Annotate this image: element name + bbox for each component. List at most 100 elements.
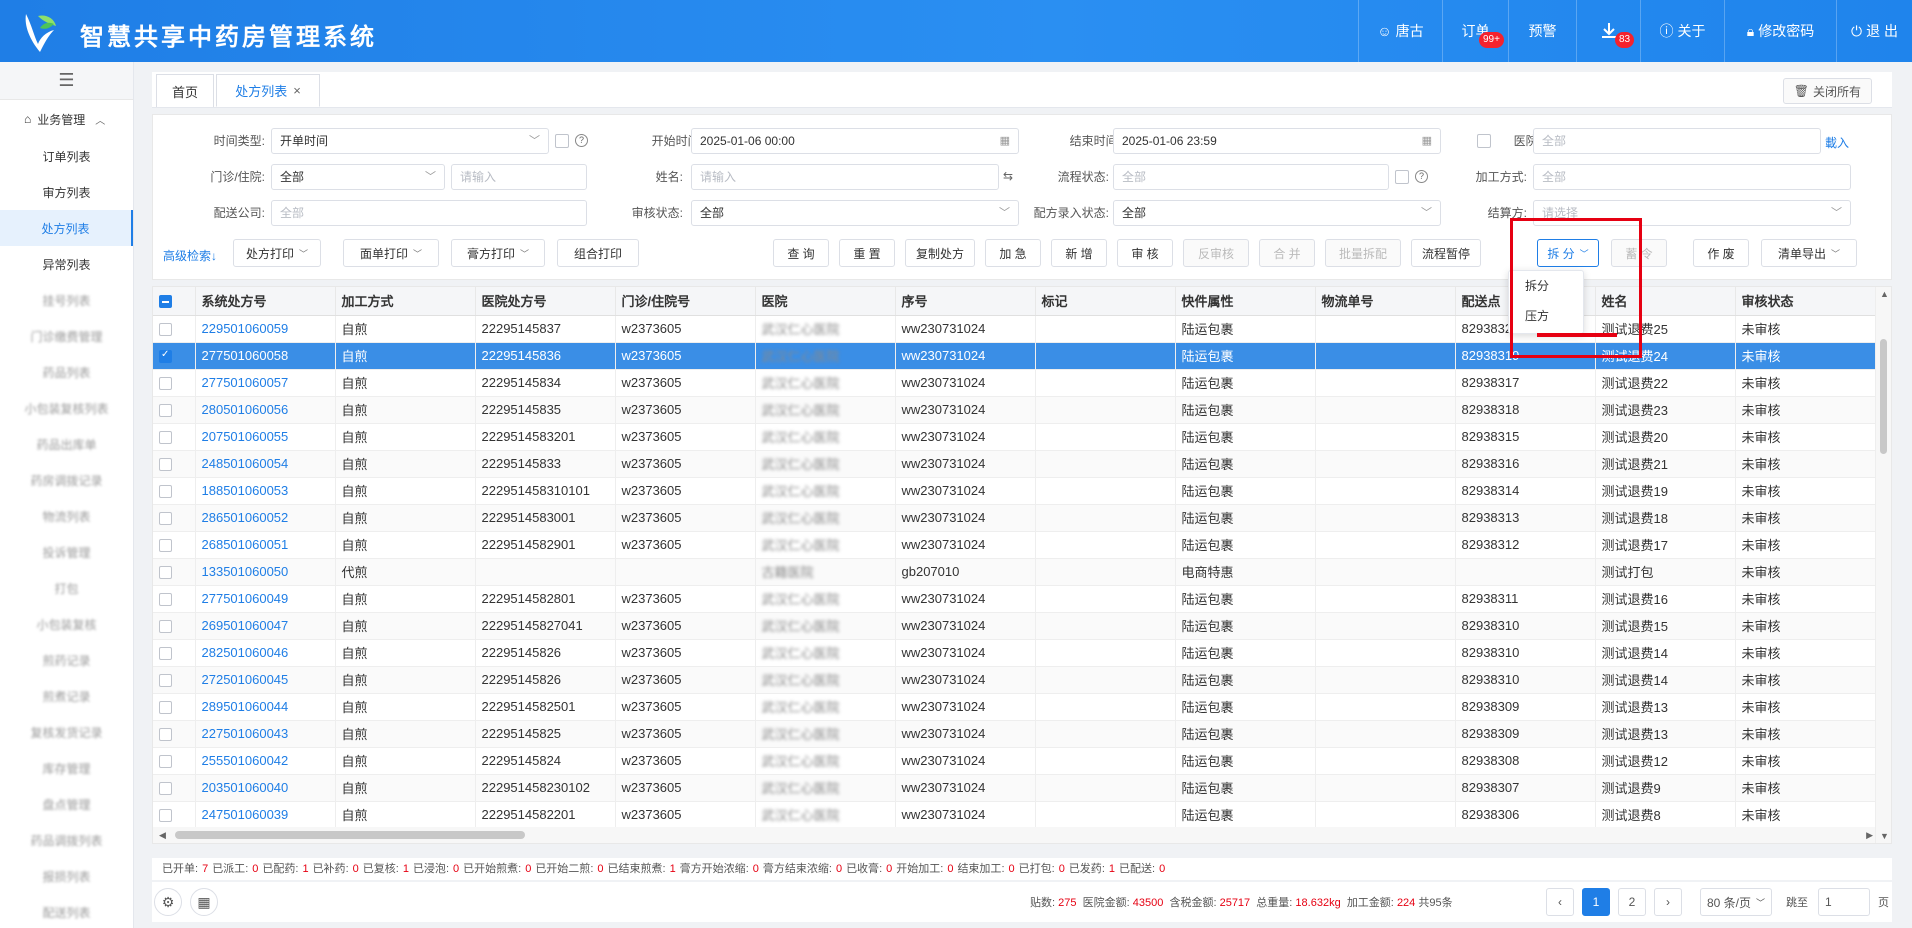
row-checkbox[interactable] bbox=[159, 431, 172, 445]
row-checkbox[interactable] bbox=[159, 809, 172, 823]
sidebar-item[interactable]: 煎药记录 bbox=[0, 642, 133, 678]
flow-pause-button[interactable]: 流程暂停 bbox=[1411, 239, 1481, 267]
cream-print-button[interactable]: 膏方打印 ﹀ bbox=[451, 239, 545, 267]
settings-icon[interactable]: ⚙ bbox=[154, 888, 182, 916]
row-checkbox[interactable] bbox=[159, 701, 172, 715]
table-row[interactable]: 247501060039 自煎 2229514582201 w2373605 武汉仁心医… bbox=[153, 801, 1876, 829]
sidebar-item[interactable]: 物流列表 bbox=[0, 498, 133, 534]
face-print-button[interactable]: 面单打印 ﹀ bbox=[343, 239, 439, 267]
table-row[interactable]: 282501060046 自煎 22295145826 w2373605 武汉仁心医院 w… bbox=[153, 639, 1876, 667]
row-select-cell[interactable] bbox=[153, 504, 196, 532]
tab-prescription-list[interactable]: 处方列表 × bbox=[216, 74, 320, 107]
row-select-cell[interactable] bbox=[153, 639, 196, 667]
row-select-cell[interactable] bbox=[153, 369, 196, 397]
row-select-cell[interactable] bbox=[153, 450, 196, 478]
sidebar-item[interactable]: 药品出库单 bbox=[0, 426, 133, 462]
sidebar-item[interactable]: 药品列表 bbox=[0, 354, 133, 390]
row-select-cell[interactable] bbox=[153, 477, 196, 505]
row-checkbox[interactable] bbox=[159, 404, 172, 418]
sidebar-group-business[interactable]: ⌂ 业务管理 ︿ bbox=[0, 100, 133, 138]
table-cell-code[interactable]: 269501060047 bbox=[195, 612, 336, 640]
close-icon[interactable]: × bbox=[293, 83, 301, 98]
table-row[interactable]: 227501060043 自煎 22295145825 w2373605 武汉仁心医院 w… bbox=[153, 720, 1876, 748]
warning-nav[interactable]: 预警 bbox=[1508, 0, 1576, 62]
unreview-button[interactable]: 反审核 bbox=[1183, 239, 1249, 267]
row-checkbox[interactable] bbox=[159, 566, 172, 580]
delivery-entry-select[interactable]: 全部 ﹀ bbox=[1113, 200, 1441, 226]
row-checkbox[interactable] bbox=[159, 674, 172, 688]
table-row[interactable]: 272501060045 自煎 22295145826 w2373605 武汉仁心医院 w… bbox=[153, 666, 1876, 694]
column-header[interactable]: 快件属性 bbox=[1175, 287, 1316, 316]
column-header[interactable]: 医院处方号 bbox=[475, 287, 616, 316]
row-select-cell[interactable] bbox=[153, 666, 196, 694]
sidebar-item[interactable]: 库存管理 bbox=[0, 750, 133, 786]
merge-button[interactable]: 合 并 bbox=[1259, 239, 1315, 267]
horizontal-scroll-thumb[interactable] bbox=[175, 831, 525, 839]
row-checkbox[interactable] bbox=[159, 485, 172, 499]
chase-button[interactable]: 蓄 令 bbox=[1611, 239, 1667, 267]
table-row[interactable]: 277501060057 自煎 22295145834 w2373605 武汉仁心医院 w… bbox=[153, 369, 1876, 397]
flow-status-checkbox[interactable] bbox=[1395, 170, 1409, 184]
urgent-button[interactable]: 加 急 bbox=[985, 239, 1041, 267]
help-icon[interactable]: ? bbox=[575, 134, 588, 147]
export-button[interactable]: 清单导出 ﹀ bbox=[1761, 239, 1857, 267]
batch-dispense-button[interactable]: 批量拆配 bbox=[1325, 239, 1401, 267]
rx-print-button[interactable]: 处方打印 ﹀ bbox=[233, 239, 321, 267]
table-cell-code[interactable]: 207501060055 bbox=[195, 423, 336, 451]
download-nav[interactable]: 83 bbox=[1576, 0, 1640, 62]
row-select-cell[interactable] bbox=[153, 531, 196, 559]
copy-rx-button[interactable]: 复制处方 bbox=[905, 239, 975, 267]
select-all-checkbox[interactable] bbox=[159, 295, 172, 309]
delivery-company-select[interactable]: 全部 bbox=[271, 200, 587, 226]
table-cell-code[interactable]: 289501060044 bbox=[195, 693, 336, 721]
table-cell-code[interactable]: 203501060040 bbox=[195, 774, 336, 802]
row-checkbox[interactable] bbox=[159, 349, 172, 364]
page-2-button[interactable]: 2 bbox=[1618, 888, 1646, 916]
column-header[interactable]: 审核状态 bbox=[1735, 287, 1876, 316]
sidebar-item[interactable]: 挂号列表 bbox=[0, 282, 133, 318]
sidebar-item[interactable]: 门诊缴费管理 bbox=[0, 318, 133, 354]
tab-home[interactable]: 首页 bbox=[156, 74, 214, 107]
page-size-select[interactable]: 80 条/页 ﹀ bbox=[1700, 888, 1772, 916]
time-type-select[interactable]: 开单时间 ﹀ bbox=[271, 128, 549, 154]
sidebar-item[interactable]: 异常列表 bbox=[0, 246, 133, 282]
sidebar-item[interactable]: 盘点管理 bbox=[0, 786, 133, 822]
menu-collapse-icon[interactable]: ☰ bbox=[0, 62, 133, 100]
sidebar-item[interactable]: 复核发货记录 bbox=[0, 714, 133, 750]
table-cell-code[interactable]: 247501060039 bbox=[195, 801, 336, 829]
column-header[interactable]: 系统处方号 bbox=[195, 287, 336, 316]
query-button[interactable]: 查 询 bbox=[773, 239, 829, 267]
split-option[interactable]: 拆分 bbox=[1509, 271, 1583, 301]
review-button[interactable]: 审 核 bbox=[1117, 239, 1173, 267]
reset-button[interactable]: 重 置 bbox=[839, 239, 895, 267]
grid-icon[interactable]: ▦ bbox=[190, 888, 218, 916]
sidebar-item[interactable]: 审方列表 bbox=[0, 174, 133, 210]
table-row[interactable]: 229501060059 自煎 22295145837 w2373605 武汉仁心医院 w… bbox=[153, 315, 1876, 343]
row-checkbox[interactable] bbox=[159, 512, 172, 526]
row-select-cell[interactable] bbox=[153, 747, 196, 775]
vertical-scroll-thumb[interactable] bbox=[1880, 339, 1887, 454]
combo-print-button[interactable]: 组合打印 bbox=[557, 239, 639, 267]
settle-select[interactable]: 请选择 ﹀ bbox=[1533, 200, 1851, 226]
table-row[interactable]: 255501060042 自煎 22295145824 w2373605 武汉仁心医院 w… bbox=[153, 747, 1876, 775]
logout-nav[interactable]: ⏻ 退 出 bbox=[1836, 0, 1912, 62]
table-cell-code[interactable]: 268501060051 bbox=[195, 531, 336, 559]
about-nav[interactable]: ⓘ 关于 bbox=[1640, 0, 1724, 62]
review-status-select[interactable]: 全部 ﹀ bbox=[691, 200, 1019, 226]
row-checkbox[interactable] bbox=[159, 377, 172, 391]
sidebar-item[interactable]: 药品调拨列表 bbox=[0, 822, 133, 858]
column-header[interactable]: 医院 bbox=[755, 287, 896, 316]
void-button[interactable]: 作 废 bbox=[1693, 239, 1749, 267]
row-checkbox[interactable] bbox=[159, 782, 172, 796]
advanced-search-link[interactable]: 高级检索↓ bbox=[163, 247, 217, 264]
table-cell-code[interactable]: 277501060057 bbox=[195, 369, 336, 397]
table-cell-code[interactable]: 282501060046 bbox=[195, 639, 336, 667]
table-cell-code[interactable]: 272501060045 bbox=[195, 666, 336, 694]
row-checkbox[interactable] bbox=[159, 539, 172, 553]
split-button[interactable]: 拆 分 ﹀ bbox=[1537, 239, 1599, 267]
hospital-select[interactable]: 全部 bbox=[1533, 128, 1821, 154]
sidebar-item[interactable]: 小包装复核 bbox=[0, 606, 133, 642]
table-cell-code[interactable]: 227501060043 bbox=[195, 720, 336, 748]
column-header[interactable]: 物流单号 bbox=[1315, 287, 1456, 316]
table-row[interactable]: 248501060054 自煎 22295145833 w2373605 武汉仁心医院 w… bbox=[153, 450, 1876, 478]
